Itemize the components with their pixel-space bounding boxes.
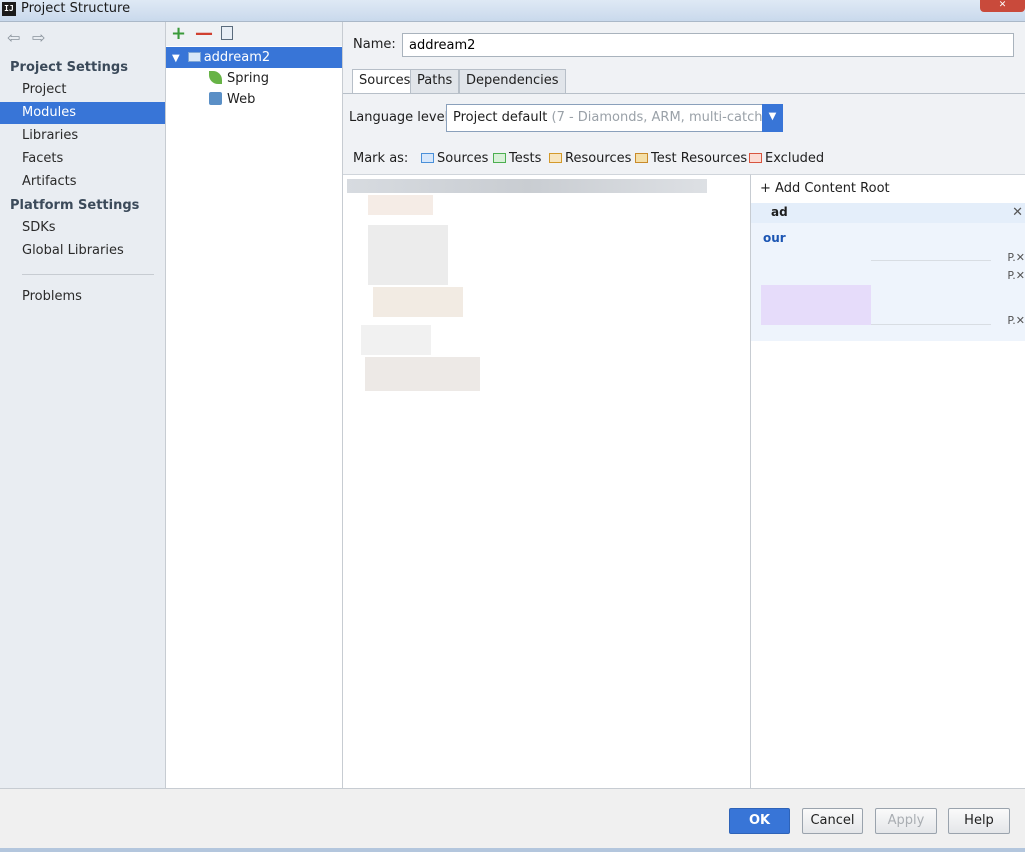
sidebar-item-problems[interactable]: Problems <box>0 286 165 308</box>
remove-folder-icon[interactable]: ✕ <box>1016 251 1025 264</box>
tab-dependencies[interactable]: Dependencies <box>459 69 566 93</box>
sidebar-divider <box>22 274 154 275</box>
obscured-row <box>368 195 433 215</box>
spring-leaf-icon <box>209 71 222 84</box>
window-title: Project Structure <box>21 1 131 16</box>
tree-node-addream2[interactable]: ▼ addream2 <box>166 47 342 68</box>
remove-folder-icon[interactable]: ✕ <box>1016 269 1025 282</box>
mark-label: Tests <box>509 151 542 166</box>
apply-button[interactable]: Apply <box>875 808 937 834</box>
remove-icon[interactable]: — <box>195 23 213 44</box>
help-button[interactable]: Help <box>948 808 1010 834</box>
forward-arrow-icon[interactable]: ⇨ <box>32 28 45 47</box>
tab-divider <box>343 93 1025 94</box>
name-label: Name: <box>353 37 396 52</box>
language-level-select[interactable]: Project default (7 - Diamonds, ARM, mult… <box>446 104 783 132</box>
module-folder-icon <box>187 52 201 62</box>
add-content-root-button[interactable]: + Add Content Root <box>760 181 890 196</box>
edit-properties-icon[interactable]: P. <box>1007 269 1015 282</box>
obscured-row <box>373 287 463 317</box>
mark-as-tests-button[interactable]: Tests <box>493 151 541 166</box>
add-icon[interactable]: + <box>171 23 186 44</box>
tree-node-label: Spring <box>227 71 269 86</box>
tree-node-web[interactable]: Web <box>209 89 255 110</box>
language-level-label: Language level: <box>349 110 453 125</box>
tab-paths[interactable]: Paths <box>410 69 460 93</box>
source-folder-entry <box>871 324 991 325</box>
cancel-button[interactable]: Cancel <box>802 808 863 834</box>
intellij-app-icon: IJ <box>2 2 16 16</box>
tab-sources[interactable]: Sources <box>352 69 418 93</box>
remove-folder-icon[interactable]: ✕ <box>1016 314 1025 327</box>
directory-tree-pane[interactable] <box>343 174 751 788</box>
mark-as-label: Mark as: <box>353 151 409 166</box>
project-settings-heading: Project Settings <box>10 60 128 75</box>
sources-folder-icon <box>421 153 434 163</box>
expand-arrow-icon[interactable]: ▼ <box>172 53 180 64</box>
sidebar-item-libraries[interactable]: Libraries <box>0 125 165 147</box>
excluded-folder-icon <box>749 153 762 163</box>
dialog-button-bar: OK Cancel Apply Help <box>0 788 1025 848</box>
module-tree-panel: + — ▼ addream2 Spring Web <box>166 22 343 788</box>
resources-folder-icon <box>549 153 562 163</box>
source-folder-actions[interactable]: P.✕ <box>1007 251 1025 264</box>
mark-as-test-resources-button[interactable]: Test Resources <box>635 151 747 166</box>
mark-as-excluded-button[interactable]: Excluded <box>749 151 824 166</box>
dropdown-arrow-icon[interactable]: ▼ <box>762 104 783 132</box>
content-roots-pane: + Add Content Root ad ✕ our P.✕ P.✕ P.✕ <box>751 174 1025 788</box>
sidebar-item-artifacts[interactable]: Artifacts <box>0 171 165 193</box>
window-bottom-edge <box>0 848 1025 852</box>
platform-settings-heading: Platform Settings <box>10 198 140 213</box>
add-content-root-label: Add Content Root <box>775 181 890 196</box>
obscured-row <box>361 325 431 355</box>
plus-icon: + <box>760 181 776 196</box>
directory-tree-header <box>347 179 707 193</box>
window-close-button[interactable]: ✕ <box>980 0 1025 12</box>
sidebar-item-project[interactable]: Project <box>0 79 165 101</box>
obscured-row <box>761 285 871 325</box>
sidebar-item-global-libraries[interactable]: Global Libraries <box>0 240 165 262</box>
back-arrow-icon[interactable]: ⇦ <box>7 28 20 47</box>
language-level-hint: (7 - Diamonds, ARM, multi-catch etc.) <box>551 110 783 125</box>
mark-label: Test Resources <box>651 151 748 166</box>
obscured-row <box>365 357 480 391</box>
content-root-details: our P.✕ P.✕ P.✕ <box>751 223 1025 341</box>
source-folder-entry <box>871 260 991 261</box>
mark-label: Sources <box>437 151 489 166</box>
module-settings-panel: Name: Sources Paths Dependencies Languag… <box>343 22 1025 788</box>
tree-toolbar: + — <box>166 22 342 46</box>
sidebar-item-sdks[interactable]: SDKs <box>0 217 165 239</box>
source-folder-actions[interactable]: P.✕ <box>1007 314 1025 327</box>
edit-properties-icon[interactable]: P. <box>1007 314 1015 327</box>
module-name-input[interactable] <box>402 33 1014 57</box>
title-bar: IJ Project Structure ✕ <box>0 0 1025 22</box>
ok-button[interactable]: OK <box>729 808 790 834</box>
tree-node-label: addream2 <box>203 50 271 65</box>
sidebar-item-modules[interactable]: Modules <box>0 102 165 124</box>
tests-folder-icon <box>493 153 506 163</box>
content-root-header: ad ✕ <box>751 203 1025 223</box>
content-root-path: ad <box>771 205 788 219</box>
mark-as-sources-button[interactable]: Sources <box>421 151 488 166</box>
tree-node-spring[interactable]: Spring <box>209 68 269 89</box>
tree-node-label: Web <box>227 92 256 107</box>
obscured-row <box>368 225 448 285</box>
source-folder-actions[interactable]: P.✕ <box>1007 269 1025 282</box>
mark-label: Excluded <box>765 151 825 166</box>
copy-icon[interactable] <box>221 26 233 40</box>
sidebar-item-facets[interactable]: Facets <box>0 148 165 170</box>
web-facet-icon <box>209 92 222 105</box>
test-resources-folder-icon <box>635 153 648 163</box>
mark-label: Resources <box>565 151 632 166</box>
remove-content-root-icon[interactable]: ✕ <box>1012 205 1023 220</box>
mark-as-resources-button[interactable]: Resources <box>549 151 631 166</box>
source-folders-heading: our <box>763 231 786 245</box>
language-level-value: Project default <box>453 110 548 125</box>
edit-properties-icon[interactable]: P. <box>1007 251 1015 264</box>
settings-sidebar: ⇦ ⇨ Project Settings Project Modules Lib… <box>0 22 166 788</box>
